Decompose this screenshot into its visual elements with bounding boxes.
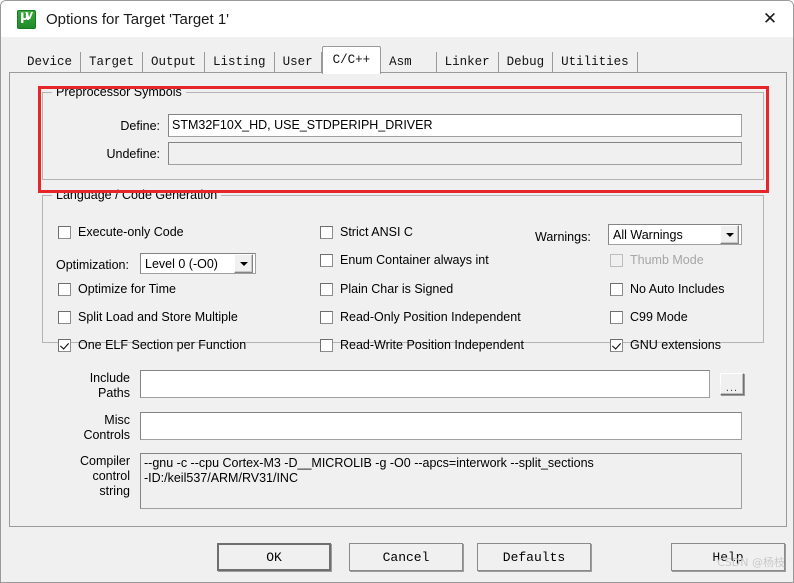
c-cpp-tab-panel: Preprocessor Symbols Define: STM32F10X_H… xyxy=(9,72,787,527)
checkbox-thumb-mode: Thumb Mode xyxy=(610,253,704,267)
checkbox-label: Plain Char is Signed xyxy=(340,282,454,296)
optimization-label: Optimization: xyxy=(56,258,129,272)
checkbox-label: C99 Mode xyxy=(630,310,688,324)
checkbox-read-only-position-independent[interactable]: Read-Only Position Independent xyxy=(320,310,521,324)
defaults-button[interactable]: Defaults xyxy=(477,543,591,571)
checkbox-one-elf-section-per-function[interactable]: One ELF Section per Function xyxy=(58,338,246,352)
tab-target[interactable]: Target xyxy=(81,52,144,73)
include-paths-browse-button[interactable]: ... xyxy=(720,373,744,395)
tab-asm[interactable]: Asm xyxy=(381,52,437,73)
checkbox-box xyxy=(320,225,333,239)
checkbox-box xyxy=(58,225,71,239)
checkbox-box xyxy=(320,253,333,267)
checkbox-box xyxy=(58,338,71,352)
tab-debug[interactable]: Debug xyxy=(498,52,554,73)
warnings-label: Warnings: xyxy=(535,230,591,244)
optimization-select[interactable]: Level 0 (-O0) xyxy=(140,253,256,274)
page-title: Options for Target 'Target 1' xyxy=(46,10,230,28)
undefine-label: Undefine: xyxy=(106,147,160,161)
checkbox-enum-container-always-int[interactable]: Enum Container always int xyxy=(320,253,489,267)
options-dialog: Options for Target 'Target 1' ✕ Device T… xyxy=(0,0,794,583)
checkbox-box xyxy=(58,282,71,296)
tab-c-cpp[interactable]: C/C++ xyxy=(321,46,382,74)
tab-linker[interactable]: Linker xyxy=(436,52,499,73)
define-input[interactable]: STM32F10X_HD, USE_STDPERIPH_DRIVER xyxy=(168,114,742,137)
checkbox-box xyxy=(610,253,623,267)
checkbox-optimize-for-time[interactable]: Optimize for Time xyxy=(58,282,176,296)
checkbox-gnu-extensions[interactable]: GNU extensions xyxy=(610,338,721,352)
tab-user[interactable]: User xyxy=(274,52,322,73)
checkbox-c99-mode[interactable]: C99 Mode xyxy=(610,310,688,324)
chevron-down-icon[interactable] xyxy=(720,225,739,244)
optimization-value: Level 0 (-O0) xyxy=(145,256,218,271)
checkbox-box xyxy=(610,310,623,324)
include-paths-input[interactable] xyxy=(140,370,710,398)
compiler-control-string-input[interactable]: --gnu -c --cpu Cortex-M3 -D__MICROLIB -g… xyxy=(140,453,742,509)
checkbox-box xyxy=(58,310,71,324)
tab-strip: Device Target Output Listing User C/C++ … xyxy=(1,37,793,74)
checkbox-plain-char-is-signed[interactable]: Plain Char is Signed xyxy=(320,282,453,296)
compiler-control-string-label: Compiler control string xyxy=(79,454,130,498)
misc-controls-label: Misc Controls xyxy=(83,413,130,442)
checkbox-read-write-position-independent[interactable]: Read-Write Position Independent xyxy=(320,338,524,352)
checkbox-label: Execute-only Code xyxy=(78,225,184,239)
checkbox-execute-only-code[interactable]: Execute-only Code xyxy=(58,225,184,239)
tab-output[interactable]: Output xyxy=(143,52,206,73)
checkbox-label: Read-Only Position Independent xyxy=(340,310,521,324)
tab-listing[interactable]: Listing xyxy=(205,52,275,73)
uvision-icon xyxy=(17,9,36,29)
cancel-button[interactable]: Cancel xyxy=(349,543,463,571)
tab-utilities[interactable]: Utilities xyxy=(553,52,638,73)
watermark: CSDN @杨枝 xyxy=(717,556,785,569)
checkbox-label: Thumb Mode xyxy=(630,253,704,267)
checkbox-no-auto-includes[interactable]: No Auto Includes xyxy=(610,282,725,296)
checkbox-box xyxy=(610,338,623,352)
tab-device[interactable]: Device xyxy=(19,52,82,73)
checkbox-split-load-and-store-multiple[interactable]: Split Load and Store Multiple xyxy=(58,310,238,324)
checkbox-box xyxy=(610,282,623,296)
define-label: Define: xyxy=(120,119,160,133)
misc-controls-input[interactable] xyxy=(140,412,742,440)
title-bar: Options for Target 'Target 1' ✕ xyxy=(1,1,793,37)
checkbox-strict-ansi-c[interactable]: Strict ANSI C xyxy=(320,225,413,239)
checkbox-label: Strict ANSI C xyxy=(340,225,413,239)
preprocessor-group-title: Preprocessor Symbols xyxy=(52,85,186,99)
language-group-title: Language / Code Generation xyxy=(52,188,222,202)
warnings-value: All Warnings xyxy=(613,227,683,242)
checkbox-label: GNU extensions xyxy=(630,338,722,352)
undefine-input[interactable] xyxy=(168,142,742,165)
checkbox-box xyxy=(320,282,333,296)
checkbox-label: One ELF Section per Function xyxy=(78,338,247,352)
chevron-down-icon[interactable] xyxy=(234,254,253,273)
dialog-button-bar: OK Cancel Defaults Help xyxy=(1,535,793,582)
include-paths-label: Include Paths xyxy=(89,371,130,400)
checkbox-label: No Auto Includes xyxy=(630,282,725,296)
checkbox-label: Split Load and Store Multiple xyxy=(78,310,238,324)
checkbox-label: Read-Write Position Independent xyxy=(340,338,524,352)
checkbox-label: Enum Container always int xyxy=(340,253,489,267)
ok-button[interactable]: OK xyxy=(217,543,331,571)
checkbox-box xyxy=(320,310,333,324)
checkbox-label: Optimize for Time xyxy=(78,282,176,296)
close-icon[interactable]: ✕ xyxy=(747,1,793,37)
warnings-select[interactable]: All Warnings xyxy=(608,224,742,245)
checkbox-box xyxy=(320,338,333,352)
